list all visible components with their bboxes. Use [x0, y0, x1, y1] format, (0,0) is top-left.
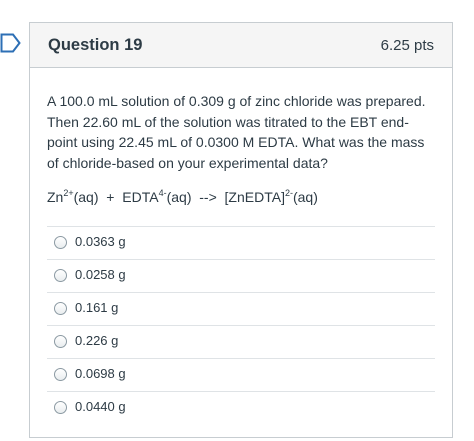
- equation-complex-state: (aq): [292, 189, 318, 205]
- question-text: A 100.0 mL solution of 0.309 g of zinc c…: [47, 93, 426, 171]
- radio-unselected-icon[interactable]: [54, 335, 67, 348]
- answer-label: 0.0258 g: [75, 267, 126, 283]
- radio-unselected-icon[interactable]: [54, 302, 67, 315]
- answer-option-6[interactable]: 0.0440 g: [47, 390, 435, 424]
- question-card: Question 19 6.25 pts A 100.0 mL solution…: [29, 22, 453, 438]
- answer-option-2[interactable]: 0.0258 g: [47, 258, 435, 292]
- equation-complex-charge: 2-: [284, 188, 293, 198]
- answer-label: 0.0440 g: [75, 399, 126, 415]
- equation-arrow: -->: [191, 189, 225, 205]
- equation-complex: [ZnEDTA]: [224, 189, 285, 205]
- answer-list: 0.0363 g 0.0258 g 0.161 g 0.226 g 0.0698…: [47, 225, 435, 424]
- equation-edta: EDTA: [122, 189, 159, 205]
- answer-option-5[interactable]: 0.0698 g: [47, 357, 435, 391]
- radio-unselected-icon[interactable]: [54, 368, 67, 381]
- question-points: 6.25 pts: [380, 36, 434, 54]
- answer-label: 0.0363 g: [75, 234, 126, 250]
- answer-option-4[interactable]: 0.226 g: [47, 324, 435, 358]
- equation-zn-charge: 2+: [63, 188, 74, 198]
- answer-option-3[interactable]: 0.161 g: [47, 291, 435, 325]
- answer-label: 0.161 g: [75, 300, 119, 316]
- answer-option-1[interactable]: 0.0363 g: [47, 225, 435, 259]
- question-title: Question 19: [48, 35, 143, 54]
- equation-edta-charge: 4-: [158, 188, 167, 198]
- radio-unselected-icon[interactable]: [54, 236, 67, 249]
- reaction-equation: Zn2+(aq) + EDTA4-(aq) --> [ZnEDTA]2-(aq): [47, 187, 435, 208]
- answer-label: 0.0698 g: [75, 366, 126, 382]
- question-header: Question 19 6.25 pts: [30, 23, 452, 68]
- question-body: A 100.0 mL solution of 0.309 g of zinc c…: [30, 68, 452, 424]
- radio-unselected-icon[interactable]: [54, 269, 67, 282]
- radio-unselected-icon[interactable]: [54, 401, 67, 414]
- equation-edta-state: (aq): [166, 189, 192, 205]
- equation-zn-state: (aq): [73, 189, 99, 205]
- equation-zn: Zn: [47, 189, 64, 205]
- equation-plus: +: [98, 189, 123, 205]
- answer-label: 0.226 g: [75, 333, 119, 349]
- flag-question-icon[interactable]: [0, 33, 22, 53]
